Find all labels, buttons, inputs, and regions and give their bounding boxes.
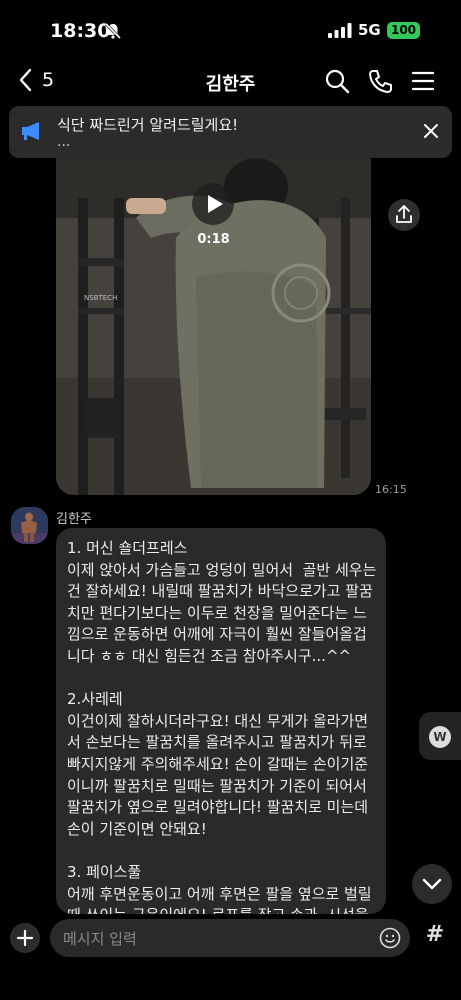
video-message[interactable]: NSBTECH 0:18 <box>56 158 371 495</box>
avatar[interactable] <box>11 507 48 544</box>
notice-subtext: ... <box>57 134 71 150</box>
video-timestamp: 16:15 <box>375 483 407 496</box>
message-bubble[interactable]: 1. 머신 숄더프레스 이제 앉아서 가슴들고 엉덩이 밀어서 골반 세우는건 … <box>56 528 386 914</box>
bell-slash-icon <box>104 22 122 40</box>
message-text: 1. 머신 숄더프레스 이제 앉아서 가슴들고 엉덩이 밀어서 골반 세우는건 … <box>67 539 377 914</box>
menu-icon[interactable] <box>410 68 436 94</box>
chat-header: 5 김한주 <box>0 58 461 104</box>
status-time: 18:30 <box>50 20 111 42</box>
chevron-down-icon <box>422 878 442 890</box>
play-icon <box>208 195 223 213</box>
play-button[interactable] <box>192 183 234 225</box>
close-icon[interactable] <box>422 122 440 140</box>
message-input-placeholder: 메시지 입력 <box>63 930 137 948</box>
network-type: 5G <box>358 21 381 39</box>
notice-banner[interactable]: 식단 짜드린거 알려드릴게요! ... <box>9 106 452 158</box>
sender-name: 김한주 <box>56 512 92 527</box>
share-icon <box>396 205 412 223</box>
w-label: W <box>429 726 451 748</box>
machine-brand-label: NSBTECH <box>84 294 117 302</box>
emoji-icon[interactable] <box>379 927 401 949</box>
notice-text: 식단 짜드린거 알려드릴게요! <box>57 116 239 134</box>
status-bar: 18:30 5G 100 <box>0 0 461 58</box>
hashtag-button[interactable]: # <box>420 920 450 950</box>
phone-icon[interactable] <box>367 68 393 94</box>
attach-button[interactable] <box>10 923 40 953</box>
scroll-down-button[interactable] <box>412 864 452 904</box>
share-button[interactable] <box>388 199 420 231</box>
megaphone-icon <box>22 122 39 140</box>
w-floating-button[interactable]: W <box>419 712 461 760</box>
battery-indicator: 100 <box>387 22 420 39</box>
search-icon[interactable] <box>324 68 350 94</box>
video-duration: 0:18 <box>197 232 230 247</box>
message-input[interactable]: 메시지 입력 <box>50 919 410 957</box>
signal-bars-icon <box>328 23 352 38</box>
plus-icon <box>16 929 34 947</box>
avatar-image <box>11 507 48 544</box>
